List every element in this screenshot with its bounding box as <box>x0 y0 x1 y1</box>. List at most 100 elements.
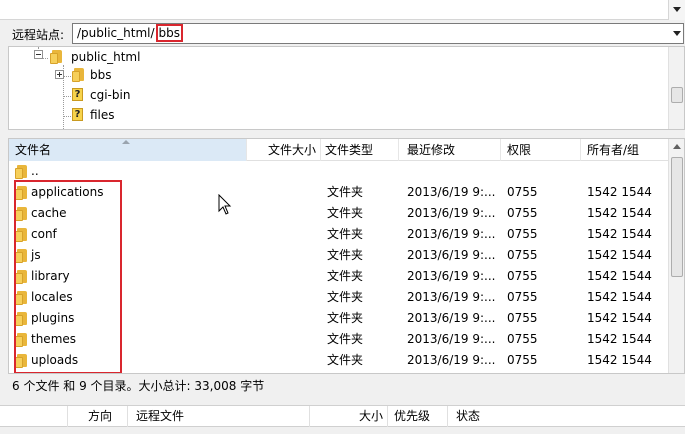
tree-scrollbar[interactable] <box>668 47 684 129</box>
remote-file-list: 文件名 文件大小 文件类型 最近修改 权限 所有者/组 .. applicati… <box>8 138 685 374</box>
folder-icon <box>15 249 28 263</box>
file-permissions: 0755 <box>507 353 538 367</box>
chevron-down-icon[interactable] <box>673 31 681 36</box>
folder-icon <box>15 291 28 305</box>
folder-icon <box>15 186 28 200</box>
tree-item-public-html[interactable]: public_html <box>9 47 669 67</box>
folder-icon <box>15 207 28 221</box>
file-permissions: 0755 <box>507 311 538 325</box>
file-list-scroll-thumb[interactable] <box>671 157 683 277</box>
file-modified: 2013/6/19 9:... <box>407 248 496 262</box>
file-type: 文件夹 <box>327 332 364 346</box>
file-name: plugins <box>31 311 75 325</box>
scroll-up-icon[interactable] <box>673 144 681 149</box>
queue-column-priority[interactable]: 优先级 <box>388 406 448 427</box>
file-permissions: 0755 <box>507 185 538 199</box>
file-permissions: 0755 <box>507 206 538 220</box>
queue-column-remote-file[interactable]: 远程文件 <box>128 406 310 427</box>
file-list-scrollbar[interactable] <box>668 139 684 373</box>
table-row[interactable]: js 文件夹 2013/6/19 9:... 0755 1542 1544 <box>9 245 669 266</box>
column-header-owner[interactable]: 所有者/组 <box>581 139 669 161</box>
file-type: 文件夹 <box>327 185 364 199</box>
remote-site-bar: 远程站点: /public_html/bbs <box>0 21 685 46</box>
file-type: 文件夹 <box>327 353 364 367</box>
folder-icon <box>15 312 28 326</box>
file-name: themes <box>31 332 77 346</box>
transfer-queue-header: 方向 远程文件 大小 优先级 状态 <box>0 405 685 427</box>
file-owner: 1542 1544 <box>587 185 652 199</box>
remote-path-highlight: bbs <box>155 24 184 42</box>
column-header-name[interactable]: 文件名 <box>9 139 247 161</box>
table-row-parent[interactable]: .. <box>9 161 669 182</box>
remote-site-path: /public_html/bbs <box>77 24 184 42</box>
file-type: 文件夹 <box>327 290 364 304</box>
file-modified: 2013/6/19 9:... <box>407 227 496 241</box>
file-type: 文件夹 <box>327 311 364 325</box>
file-modified: 2013/6/19 9:... <box>407 269 496 283</box>
unknown-folder-icon: ? <box>72 108 83 121</box>
tree-item-label: files <box>90 108 115 122</box>
table-row[interactable]: library 文件夹 2013/6/19 9:... 0755 1542 15… <box>9 266 669 287</box>
file-owner: 1542 1544 <box>587 290 652 304</box>
table-row[interactable]: uploads 文件夹 2013/6/19 9:... 0755 1542 15… <box>9 350 669 371</box>
column-header-size[interactable]: 文件大小 <box>247 139 321 161</box>
column-header-type[interactable]: 文件类型 <box>321 139 399 161</box>
file-name: locales <box>31 290 73 304</box>
tree-item-label: bbs <box>90 68 112 82</box>
file-permissions: 0755 <box>507 248 538 262</box>
file-name: conf <box>31 227 57 241</box>
tree-item-bbs[interactable]: bbs <box>9 65 669 85</box>
folder-icon <box>15 228 28 242</box>
tree-item-cgi-bin[interactable]: ? cgi-bin <box>9 85 669 105</box>
status-bar: 6 个文件 和 9 个目录。大小总计: 33,008 字节 <box>8 376 685 396</box>
queue-column-size[interactable]: 大小 <box>310 406 388 427</box>
remote-site-label: 远程站点: <box>12 28 65 42</box>
tree-item-files[interactable]: ? files <box>9 105 669 125</box>
file-name: .. <box>31 164 39 178</box>
table-row[interactable]: cache 文件夹 2013/6/19 9:... 0755 1542 1544 <box>9 203 669 224</box>
file-modified: 2013/6/19 9:... <box>407 353 496 367</box>
table-row[interactable]: conf 文件夹 2013/6/19 9:... 0755 1542 1544 <box>9 224 669 245</box>
file-permissions: 0755 <box>507 332 538 346</box>
file-modified: 2013/6/19 9:... <box>407 290 496 304</box>
queue-column-status[interactable]: 状态 <box>448 406 685 427</box>
file-modified: 2013/6/19 9:... <box>407 332 496 346</box>
folder-icon <box>15 354 28 368</box>
file-modified: 2013/6/19 9:... <box>407 311 496 325</box>
folder-icon <box>50 50 63 64</box>
mouse-cursor-icon <box>218 194 232 215</box>
queue-column-blank[interactable] <box>0 406 68 427</box>
folder-icon <box>72 68 85 82</box>
file-name: applications <box>31 185 104 199</box>
tree-item-label: cgi-bin <box>90 88 131 102</box>
folder-icon <box>15 165 28 179</box>
file-owner: 1542 1544 <box>587 206 652 220</box>
remote-directory-tree: public_html bbs ? cgi-bin ? files <box>8 46 685 130</box>
file-type: 文件夹 <box>327 206 364 220</box>
file-type: 文件夹 <box>327 248 364 262</box>
table-row[interactable]: applications 文件夹 2013/6/19 9:... 0755 15… <box>9 182 669 203</box>
file-name: js <box>31 248 41 262</box>
queue-column-direction[interactable]: 方向 <box>68 406 128 427</box>
file-type: 文件夹 <box>327 269 364 283</box>
folder-icon <box>15 333 28 347</box>
table-row[interactable]: plugins 文件夹 2013/6/19 9:... 0755 1542 15… <box>9 308 669 329</box>
remote-path-prefix: /public_html/ <box>77 26 155 40</box>
column-header-modified[interactable]: 最近修改 <box>399 139 501 161</box>
file-owner: 1542 1544 <box>587 353 652 367</box>
file-list-header: 文件名 文件大小 文件类型 最近修改 权限 所有者/组 <box>9 139 669 161</box>
file-permissions: 0755 <box>507 269 538 283</box>
file-owner: 1542 1544 <box>587 248 652 262</box>
top-scroll-down-button[interactable] <box>668 0 685 20</box>
table-row[interactable]: locales 文件夹 2013/6/19 9:... 0755 1542 15… <box>9 287 669 308</box>
tree-scroll-thumb[interactable] <box>671 87 683 103</box>
file-permissions: 0755 <box>507 227 538 241</box>
file-type: 文件夹 <box>327 227 364 241</box>
file-owner: 1542 1544 <box>587 311 652 325</box>
column-header-permissions[interactable]: 权限 <box>501 139 581 161</box>
remote-site-input[interactable]: /public_html/bbs <box>72 23 684 44</box>
file-owner: 1542 1544 <box>587 227 652 241</box>
sort-ascending-icon <box>122 140 130 144</box>
table-row[interactable]: themes 文件夹 2013/6/19 9:... 0755 1542 154… <box>9 329 669 350</box>
file-name: uploads <box>31 353 79 367</box>
